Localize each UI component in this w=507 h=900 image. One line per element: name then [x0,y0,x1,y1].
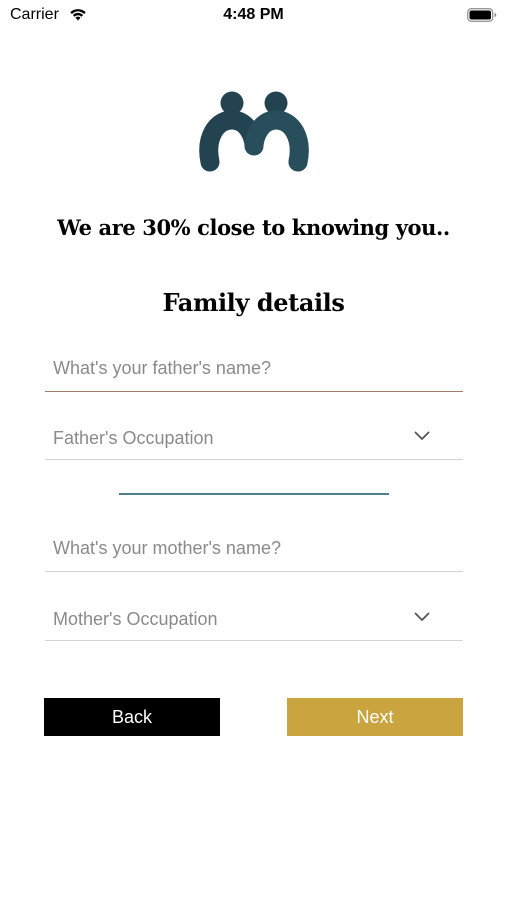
mother-occupation-label: Mother's Occupation [53,609,218,629]
two-people-logo-icon [199,91,309,172]
section-divider [119,493,389,495]
back-button[interactable]: Back [44,698,220,736]
battery-icon [467,8,497,22]
chevron-down-icon [414,431,430,440]
father-occupation-label: Father's Occupation [53,428,214,448]
next-button[interactable]: Next [287,698,463,736]
mother-name-field [45,528,463,572]
father-name-field [45,348,463,392]
clock: 4:48 PM [223,6,284,23]
father-name-input[interactable] [45,348,463,388]
father-occupation-select[interactable]: Father's Occupation [45,416,463,460]
status-bar: Carrier 4:48 PM [0,0,507,30]
chevron-down-icon [414,612,430,621]
page-title: Family details [162,288,345,317]
progress-tagline: We are 30% close to knowing you.. [57,215,450,240]
mother-occupation-select[interactable]: Mother's Occupation [45,597,463,641]
mother-name-input[interactable] [45,528,463,568]
